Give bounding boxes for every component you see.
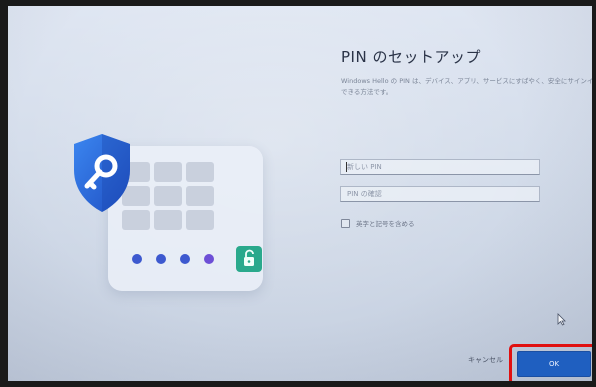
shield-key-icon (70, 132, 134, 214)
include-symbols-label: 英字と記号を含める (356, 220, 415, 228)
pin-dot (132, 254, 142, 264)
new-pin-input[interactable] (340, 159, 540, 175)
pin-illustration (68, 126, 288, 296)
keypad-cell (154, 210, 182, 230)
pin-dot (204, 254, 214, 264)
text-cursor (346, 162, 347, 172)
page-description: Windows Hello の PIN は、デバイス、アプリ、サービスにすばやく… (341, 77, 592, 96)
keypad-cell (186, 210, 214, 230)
keypad-cell (154, 186, 182, 206)
pin-dot (180, 254, 190, 264)
confirm-pin-input[interactable] (340, 186, 540, 202)
ok-button[interactable]: OK (517, 351, 591, 377)
mouse-pointer-icon (557, 311, 566, 330)
page-title: PIN のセットアップ (341, 48, 481, 66)
unlock-icon (236, 246, 262, 272)
include-symbols-checkbox[interactable] (341, 218, 350, 228)
keypad-cell (186, 162, 214, 182)
setup-screen: PIN のセットアップ Windows Hello の PIN は、デバイス、ア… (8, 6, 592, 381)
keypad-cell (186, 186, 214, 206)
include-symbols-option[interactable]: 英字と記号を含める (341, 218, 415, 228)
pin-dot (156, 254, 166, 264)
cancel-button[interactable]: キャンセル (468, 355, 503, 365)
keypad-cell (154, 162, 182, 182)
